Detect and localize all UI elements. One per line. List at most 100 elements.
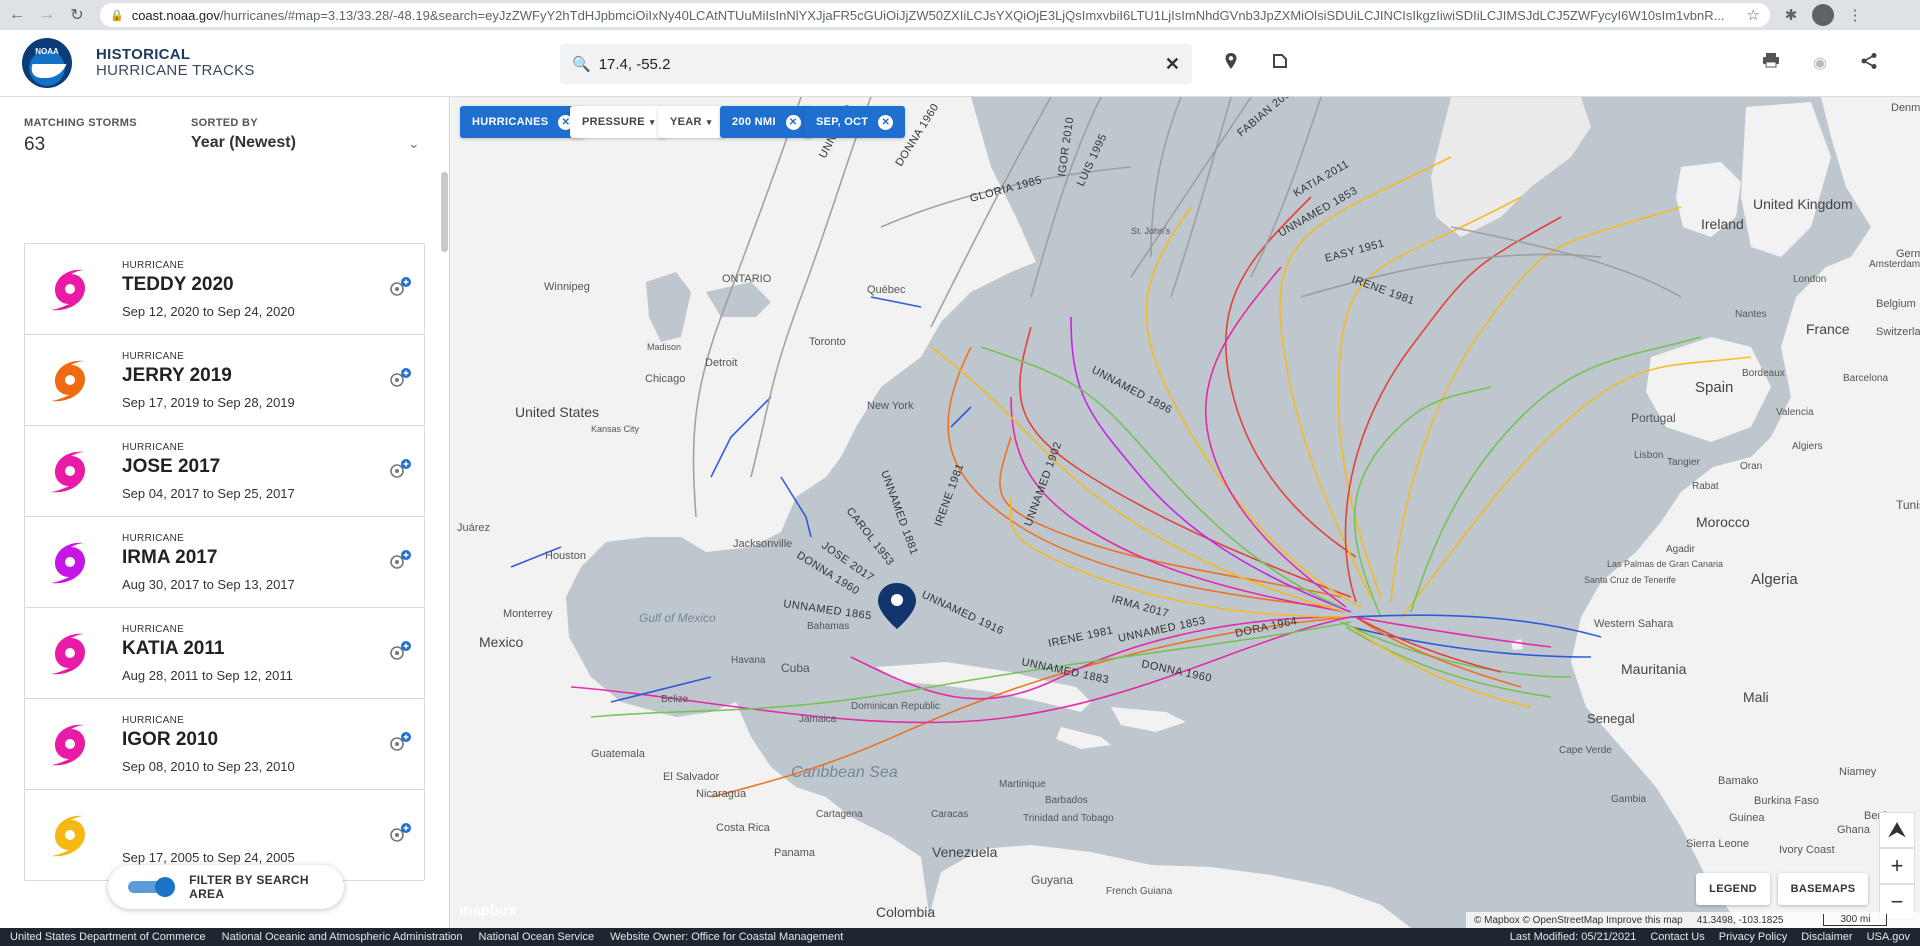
back-icon[interactable]: ← — [4, 2, 30, 28]
footer-link[interactable]: Website Owner: Office for Coastal Manage… — [610, 931, 843, 943]
add-to-map-icon[interactable] — [388, 549, 412, 571]
storm-dates: Sep 17, 2019 to Sep 28, 2019 — [122, 395, 295, 410]
storm-name: JERRY 2019 — [122, 365, 232, 386]
footer-link[interactable]: USA.gov — [1867, 931, 1910, 943]
menu-kebab-icon[interactable]: ⋮ — [1844, 6, 1866, 24]
label-algeria: Algeria — [1751, 571, 1798, 588]
storm-card[interactable]: HURRICANE JERRY 2019 Sep 17, 2019 to Sep 2… — [24, 334, 425, 426]
map-view[interactable]: United States Mexico Cuba Venezuela Colo… — [451, 97, 1920, 928]
draw-area-icon[interactable] — [1268, 52, 1292, 76]
add-to-map-icon[interactable] — [388, 731, 412, 753]
filter-toggle-label: FILTER BY SEARCH AREA — [189, 873, 309, 901]
label-madison: Madison — [647, 342, 681, 352]
hurricane-icon — [51, 360, 85, 402]
reload-icon[interactable]: ↻ — [64, 2, 90, 28]
footer-link[interactable]: United States Department of Commerce — [10, 931, 206, 943]
filter-chip-pressure[interactable]: PRESSURE ▾ — [570, 106, 667, 138]
hurricane-icon — [51, 269, 85, 311]
add-to-map-icon[interactable] — [388, 367, 412, 389]
logo-text: NOAA — [35, 47, 59, 56]
label-amsterdam: Amsterdam — [1869, 259, 1920, 270]
storm-card[interactable]: HURRICANE IRMA 2017 Aug 30, 2017 to Sep 13… — [24, 516, 425, 608]
basemaps-button[interactable]: BASEMAPS — [1778, 873, 1868, 905]
add-to-map-icon[interactable] — [388, 458, 412, 480]
share-icon[interactable] — [1857, 52, 1881, 76]
attribution-text[interactable]: © Mapbox © OpenStreetMap Improve this ma… — [1474, 915, 1683, 926]
noaa-logo[interactable]: NOAA — [22, 38, 72, 88]
storm-name: IGOR 2010 — [122, 729, 219, 750]
storm-card[interactable]: HURRICANE KATIA 2011 Aug 28, 2011 to Sep 1… — [24, 607, 425, 699]
label-cape-verde: Cape Verde — [1559, 745, 1612, 756]
label-western-sahara: Western Sahara — [1594, 618, 1674, 630]
filter-chip-sep-oct[interactable]: SEP, OCT ✕ — [804, 106, 906, 138]
chevron-down-icon[interactable]: ⌄ — [408, 135, 420, 152]
sort-select[interactable]: Year (Newest) — [191, 134, 296, 152]
profile-avatar[interactable] — [1812, 4, 1834, 26]
location-target-icon[interactable]: ◉ — [1808, 52, 1832, 76]
storm-type: HURRICANE — [122, 351, 185, 362]
label-monterrey: Monterrey — [503, 608, 553, 620]
clear-search-icon[interactable]: ✕ — [1165, 54, 1180, 75]
toggle-track[interactable] — [128, 877, 176, 897]
compass-icon[interactable]: ⮝ — [1879, 812, 1915, 848]
matching-storms-count: 63 — [24, 134, 46, 155]
forward-icon[interactable]: → — [34, 2, 60, 28]
print-icon[interactable] — [1759, 52, 1783, 76]
sidebar-scrollbar[interactable] — [441, 172, 448, 252]
add-to-map-icon[interactable] — [388, 276, 412, 298]
map-canvas[interactable]: United States Mexico Cuba Venezuela Colo… — [451, 97, 1920, 928]
url-host: coast.noaa.gov — [131, 7, 220, 23]
footer-link[interactable]: National Ocean Service — [479, 931, 595, 943]
label-bordeaux: Bordeaux — [1742, 368, 1785, 379]
toggle-knob[interactable] — [155, 877, 176, 897]
footer-link[interactable]: Contact Us — [1650, 931, 1704, 943]
zoom-in-button[interactable]: + — [1879, 848, 1915, 884]
storm-dates: Sep 17, 2005 to Sep 24, 2005 — [122, 850, 295, 865]
remove-filter-icon[interactable]: ✕ — [878, 114, 894, 130]
storm-card[interactable]: HURRICANE JOSE 2017 Sep 04, 2017 to Sep 25… — [24, 425, 425, 517]
extensions-icon[interactable]: ✱ — [1780, 6, 1802, 24]
bookmark-star-icon[interactable]: ☆ — [1747, 6, 1760, 24]
mapbox-logo[interactable]: mapbox — [459, 902, 517, 919]
filter-chip-year[interactable]: YEAR ▾ — [658, 106, 724, 138]
label-houston: Houston — [545, 550, 586, 562]
label-chicago: Chicago — [645, 373, 685, 385]
add-to-map-icon[interactable] — [388, 640, 412, 662]
last-modified: Last Modified: 05/21/2021 — [1509, 931, 1637, 943]
browser-chrome: ← → ↻ 🔒 coast.noaa.gov /hurricanes/#map=… — [0, 0, 1920, 30]
label-detroit: Detroit — [705, 357, 737, 369]
results-header: MATCHING STORMS 63 SORTED BY Year (Newes… — [0, 97, 449, 177]
filter-chip-200-nmi[interactable]: 200 NMI ✕ — [720, 106, 813, 138]
search-location-marker[interactable] — [878, 583, 916, 629]
site-title[interactable]: HISTORICAL HURRICANE TRACKS — [96, 47, 255, 79]
label-costa-rica: Costa Rica — [716, 822, 771, 834]
storm-label: UNNAMED 1916 — [920, 589, 1006, 638]
map-scale: 300 mi — [1823, 914, 1888, 926]
filter-label: PRESSURE — [582, 116, 645, 128]
hurricane-icon — [51, 633, 85, 675]
legend-button[interactable]: LEGEND — [1696, 873, 1770, 905]
filter-chip-hurricanes[interactable]: HURRICANES ✕ — [460, 106, 586, 138]
filter-label: SEP, OCT — [816, 116, 869, 128]
remove-filter-icon[interactable]: ✕ — [785, 114, 801, 130]
label-oran: Oran — [1740, 461, 1762, 472]
storm-label: IGOR 2010 — [1056, 116, 1076, 177]
label-jamaica: Jamaica — [799, 714, 837, 725]
label-winnipeg: Winnipeg — [544, 281, 590, 293]
location-pin-icon[interactable] — [1219, 52, 1243, 76]
storm-card[interactable]: HURRICANE TEDDY 2020 Sep 12, 2020 to Sep 2… — [24, 243, 425, 335]
label-denmark: Denmark — [1891, 102, 1920, 114]
footer-link[interactable]: Disclaimer — [1801, 931, 1852, 943]
label-toronto: Toronto — [809, 336, 846, 348]
storm-type: HURRICANE — [122, 260, 185, 271]
add-to-map-icon[interactable] — [388, 822, 412, 844]
label-mexico: Mexico — [479, 634, 524, 650]
footer-link[interactable]: National Oceanic and Atmospheric Adminis… — [222, 931, 463, 943]
search-input[interactable] — [598, 55, 1165, 73]
address-bar[interactable]: 🔒 coast.noaa.gov /hurricanes/#map=3.13/3… — [100, 3, 1770, 27]
footer-link[interactable]: Privacy Policy — [1719, 931, 1787, 943]
storm-card[interactable]: HURRICANE IGOR 2010 Sep 08, 2010 to Sep 23… — [24, 698, 425, 790]
label-united-kingdom: United Kingdom — [1753, 196, 1853, 212]
storm-name: IRMA 2017 — [122, 547, 218, 568]
filter-by-search-area-toggle[interactable]: FILTER BY SEARCH AREA — [108, 865, 344, 909]
